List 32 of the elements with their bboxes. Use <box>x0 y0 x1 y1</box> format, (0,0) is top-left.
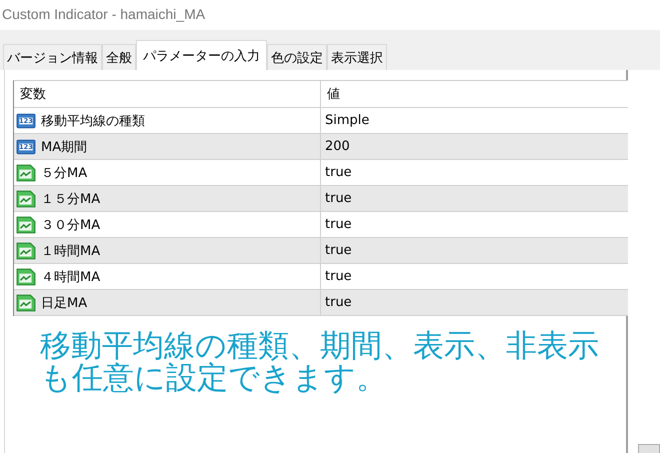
window-title: Custom Indicator - hamaichi_MA <box>1 5 206 24</box>
chart-icon <box>16 190 36 208</box>
value-cell[interactable]: true <box>320 160 628 185</box>
resize-button[interactable] <box>638 444 660 453</box>
tab[interactable]: パラメーターの入力 <box>136 40 267 70</box>
value-cell[interactable]: true <box>320 186 628 211</box>
value-cell[interactable]: true <box>320 290 628 315</box>
tab[interactable]: バージョン情報 <box>3 44 102 70</box>
tab[interactable]: 色の設定 <box>267 44 327 70</box>
annotation-text: 移動平均線の種類、期間、表示、非表示も任意に設定できます。 <box>40 330 600 394</box>
variable-name: ４時間MA <box>41 268 100 286</box>
variable-name: ３０分MA <box>41 216 100 234</box>
variable-name: ５分MA <box>41 164 88 182</box>
variable-name: 移動平均線の種類 <box>41 112 145 130</box>
variable-name: １時間MA <box>41 242 100 260</box>
tab[interactable]: 表示選択 <box>327 44 387 70</box>
value-cell[interactable]: true <box>320 238 628 263</box>
chart-icon <box>16 242 36 260</box>
value-cell[interactable]: true <box>320 212 628 237</box>
value-cell[interactable]: Simple <box>320 108 628 133</box>
chart-icon <box>16 294 36 312</box>
column-header[interactable]: 値 <box>320 81 628 107</box>
chart-icon <box>16 216 36 234</box>
value-cell[interactable]: true <box>320 264 628 289</box>
tab[interactable]: 全般 <box>102 44 136 70</box>
chart-icon <box>16 268 36 286</box>
value-cell[interactable]: 200 <box>320 134 628 159</box>
variable-name: 日足MA <box>41 294 88 312</box>
column-header[interactable]: 変数 <box>14 81 320 107</box>
variable-name: １５分MA <box>41 190 100 208</box>
variable-name: MA期間 <box>41 138 88 156</box>
chart-icon <box>16 164 36 182</box>
